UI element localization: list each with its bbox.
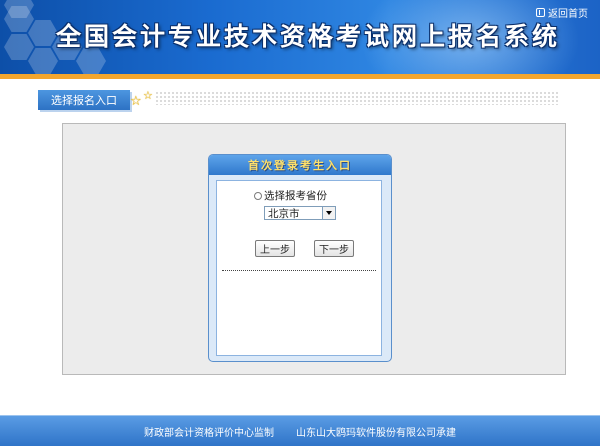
star-icon: ☆ <box>143 89 153 102</box>
header-accent-bar <box>0 74 600 79</box>
system-title: 全国会计专业技术资格考试网上报名系统 <box>56 22 561 51</box>
entry-tab-row: 选择报名入口 ☆ ☆ <box>0 86 600 112</box>
province-radio-row: 选择报考省份 <box>254 188 327 203</box>
hex-decoration <box>28 48 58 74</box>
login-card-header: 首次登录考生入口 <box>209 155 391 175</box>
chevron-down-icon[interactable] <box>322 207 335 219</box>
province-radio[interactable] <box>254 191 262 200</box>
login-card-body: 选择报考省份 北京市 上一步 下一步 <box>216 180 382 356</box>
province-radio-label: 选择报考省份 <box>264 190 327 202</box>
tab-select-entry-label: 选择报名入口 <box>51 94 117 107</box>
dotted-divider <box>222 270 376 271</box>
footer-supervisor: 财政部会计资格评价中心监制 <box>144 427 274 439</box>
hex-decoration <box>28 20 58 46</box>
province-select[interactable]: 北京市 <box>264 206 336 220</box>
tab-select-entry[interactable]: 选择报名入口 <box>38 90 130 110</box>
header-banner: 全国会计专业技术资格考试网上报名系统 返回首页 <box>0 0 600 74</box>
next-step-button[interactable]: 下一步 <box>314 240 354 257</box>
login-card: 首次登录考生入口 选择报考省份 北京市 上一步 下一步 <box>208 154 392 362</box>
star-icon: ☆ <box>130 94 142 109</box>
footer-developer: 山东山大鸥玛软件股份有限公司承建 <box>296 427 456 439</box>
home-icon <box>536 8 545 17</box>
prev-step-button[interactable]: 上一步 <box>255 240 295 257</box>
dotted-divider <box>155 91 560 105</box>
province-select-value: 北京市 <box>268 207 300 220</box>
footer: 财政部会计资格评价中心监制 山东山大鸥玛软件股份有限公司承建 <box>0 415 600 446</box>
hex-decoration <box>4 34 34 60</box>
login-card-title: 首次登录考生入口 <box>248 159 352 172</box>
back-home-label: 返回首页 <box>548 9 588 20</box>
back-home-link[interactable]: 返回首页 <box>536 5 588 20</box>
